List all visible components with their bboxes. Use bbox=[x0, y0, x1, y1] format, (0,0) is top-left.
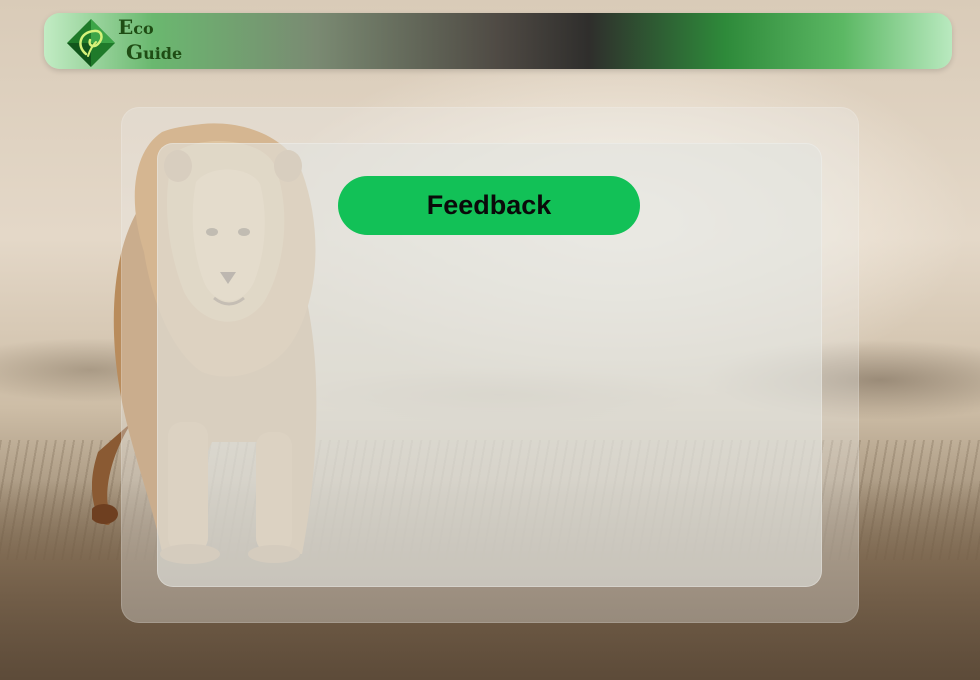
feedback-button[interactable]: Feedback bbox=[338, 176, 640, 235]
logo-initial-g: G bbox=[126, 40, 144, 64]
header-bar: Eco Guide bbox=[44, 13, 952, 69]
logo[interactable]: Eco Guide bbox=[64, 15, 184, 67]
page: Eco Guide Feedback bbox=[0, 0, 980, 680]
logo-rest-co: co bbox=[133, 19, 154, 38]
logo-line-guide: Guide bbox=[126, 42, 182, 62]
leaf-diamond-icon bbox=[67, 19, 115, 67]
logo-initial-e: E bbox=[118, 15, 134, 39]
logo-line-eco: Eco bbox=[118, 17, 154, 37]
logo-rest-uide: uide bbox=[143, 44, 183, 63]
